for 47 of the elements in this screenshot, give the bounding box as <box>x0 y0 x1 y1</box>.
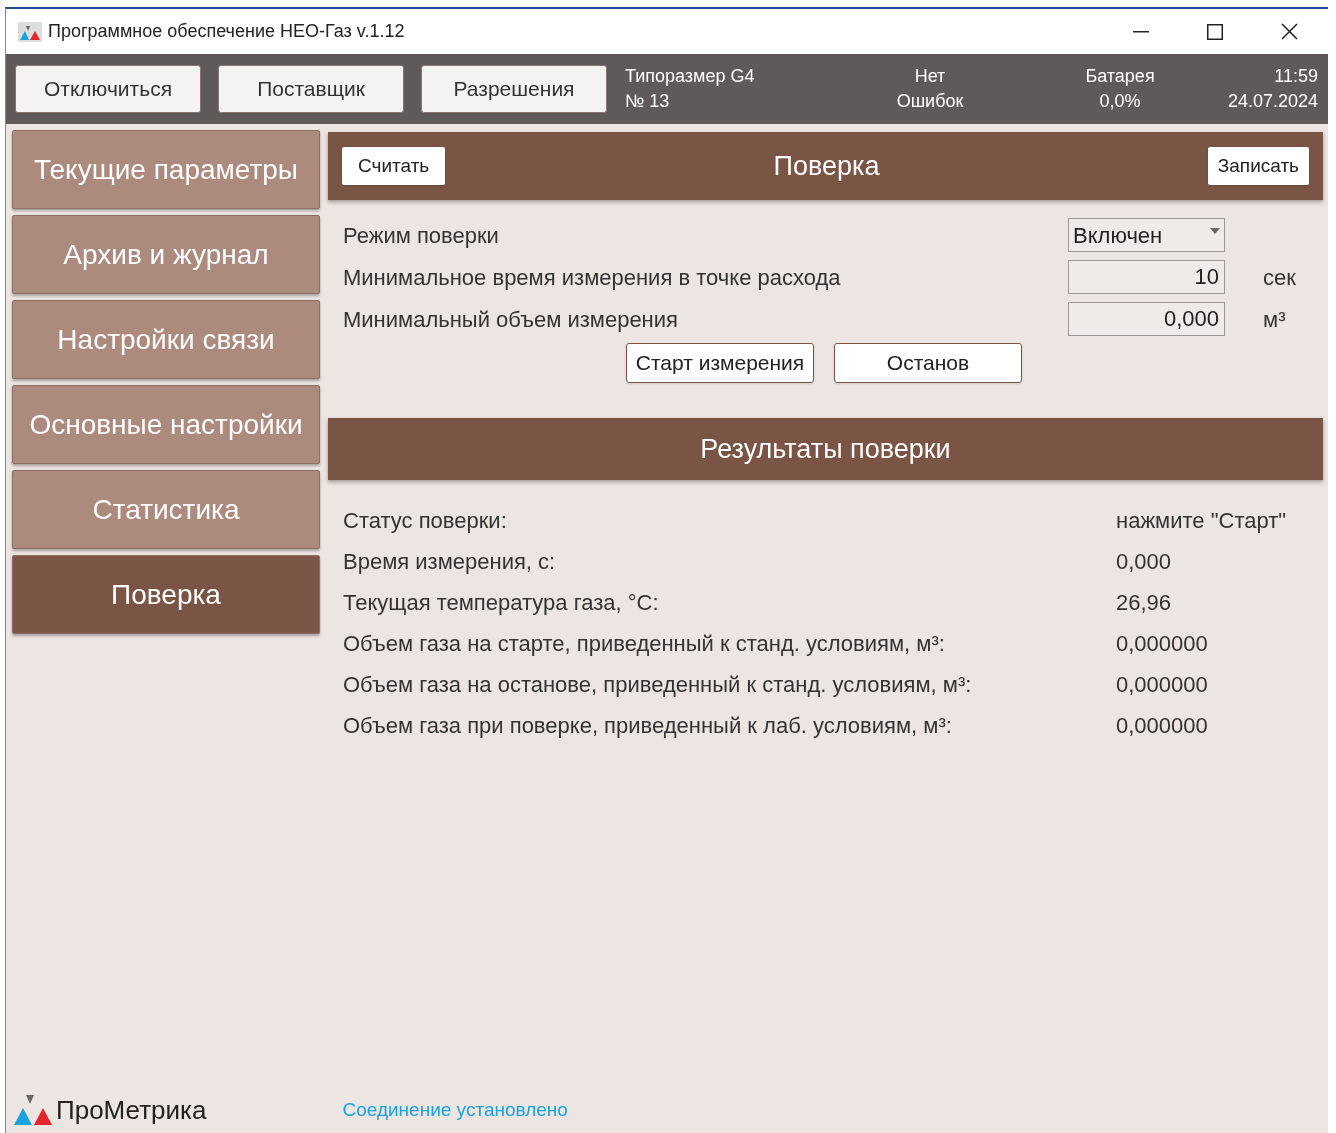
stop-button[interactable]: Останов <box>834 343 1022 383</box>
unit-label: сек <box>1263 263 1296 292</box>
connection-status: Соединение установлено <box>342 1097 568 1122</box>
battery-status: 0,0% <box>1099 90 1141 113</box>
error-status: Нет <box>914 65 946 88</box>
result-value: 0,000 <box>1116 548 1172 576</box>
result-label: Объем газа на останове, приведенный к станд. условиям, м³: <box>343 671 973 699</box>
app-logo-icon <box>18 21 42 42</box>
sidebar-item[interactable]: Поверка <box>12 555 320 634</box>
device-info: Типоразмер G4 <box>625 65 756 88</box>
error-status: Ошибок <box>896 90 964 113</box>
page-title: Поверка <box>772 149 881 183</box>
maximize-icon[interactable] <box>1207 23 1223 40</box>
mode-dropdown[interactable]: Включен <box>1068 218 1225 252</box>
input-field[interactable]: 0,000 <box>1068 302 1225 336</box>
input-field[interactable]: 10 <box>1068 260 1225 294</box>
result-label: Текущая температура газа, °С: <box>343 589 660 617</box>
write-button[interactable]: Записать <box>1207 147 1309 185</box>
result-value: 0,000000 <box>1116 671 1208 699</box>
toolbar-button[interactable]: Поставщик <box>218 65 404 113</box>
result-label: Время измерения, с: <box>343 548 557 576</box>
result-value: 0,000000 <box>1116 630 1208 658</box>
read-button[interactable]: Считать <box>342 147 446 185</box>
result-label: Объем газа при поверке, приведенный к лаб. условиям, м³: <box>343 712 953 740</box>
setting-label: Минимальный объем измерения <box>343 305 679 334</box>
brand-logo-icon <box>14 1095 54 1125</box>
results-title: Результаты поверки <box>700 432 951 466</box>
close-icon[interactable] <box>1281 23 1298 40</box>
clock-text: 11:59 <box>1274 65 1318 88</box>
result-value: 0,000000 <box>1116 712 1208 740</box>
toolbar-button[interactable]: Отключиться <box>15 65 201 113</box>
result-value: нажмите "Старт" <box>1116 507 1287 535</box>
minimize-icon[interactable] <box>1133 30 1149 33</box>
device-info: № 13 <box>625 90 671 113</box>
brand-name: ПроМетрика <box>56 1093 207 1127</box>
unit-label: м³ <box>1263 305 1286 334</box>
battery-status: Батарея <box>1085 65 1155 88</box>
dropdown-arrow-icon <box>1210 228 1220 234</box>
result-label: Статус поверки: <box>343 507 508 535</box>
start-button[interactable]: Старт измерения <box>626 343 814 383</box>
setting-label: Минимальное время измерения в точке расхода <box>343 263 842 292</box>
window-title: Программное обеспечение НЕО-Газ v.1.12 <box>48 20 405 43</box>
setting-label: Режим поверки <box>343 221 500 250</box>
result-value: 26,96 <box>1116 589 1172 617</box>
toolbar-button[interactable]: Разрешения <box>421 65 607 113</box>
clock-text: 24.07.2024 <box>1227 90 1318 113</box>
result-label: Объем газа на старте, приведенный к станд. условиям, м³: <box>343 630 946 658</box>
